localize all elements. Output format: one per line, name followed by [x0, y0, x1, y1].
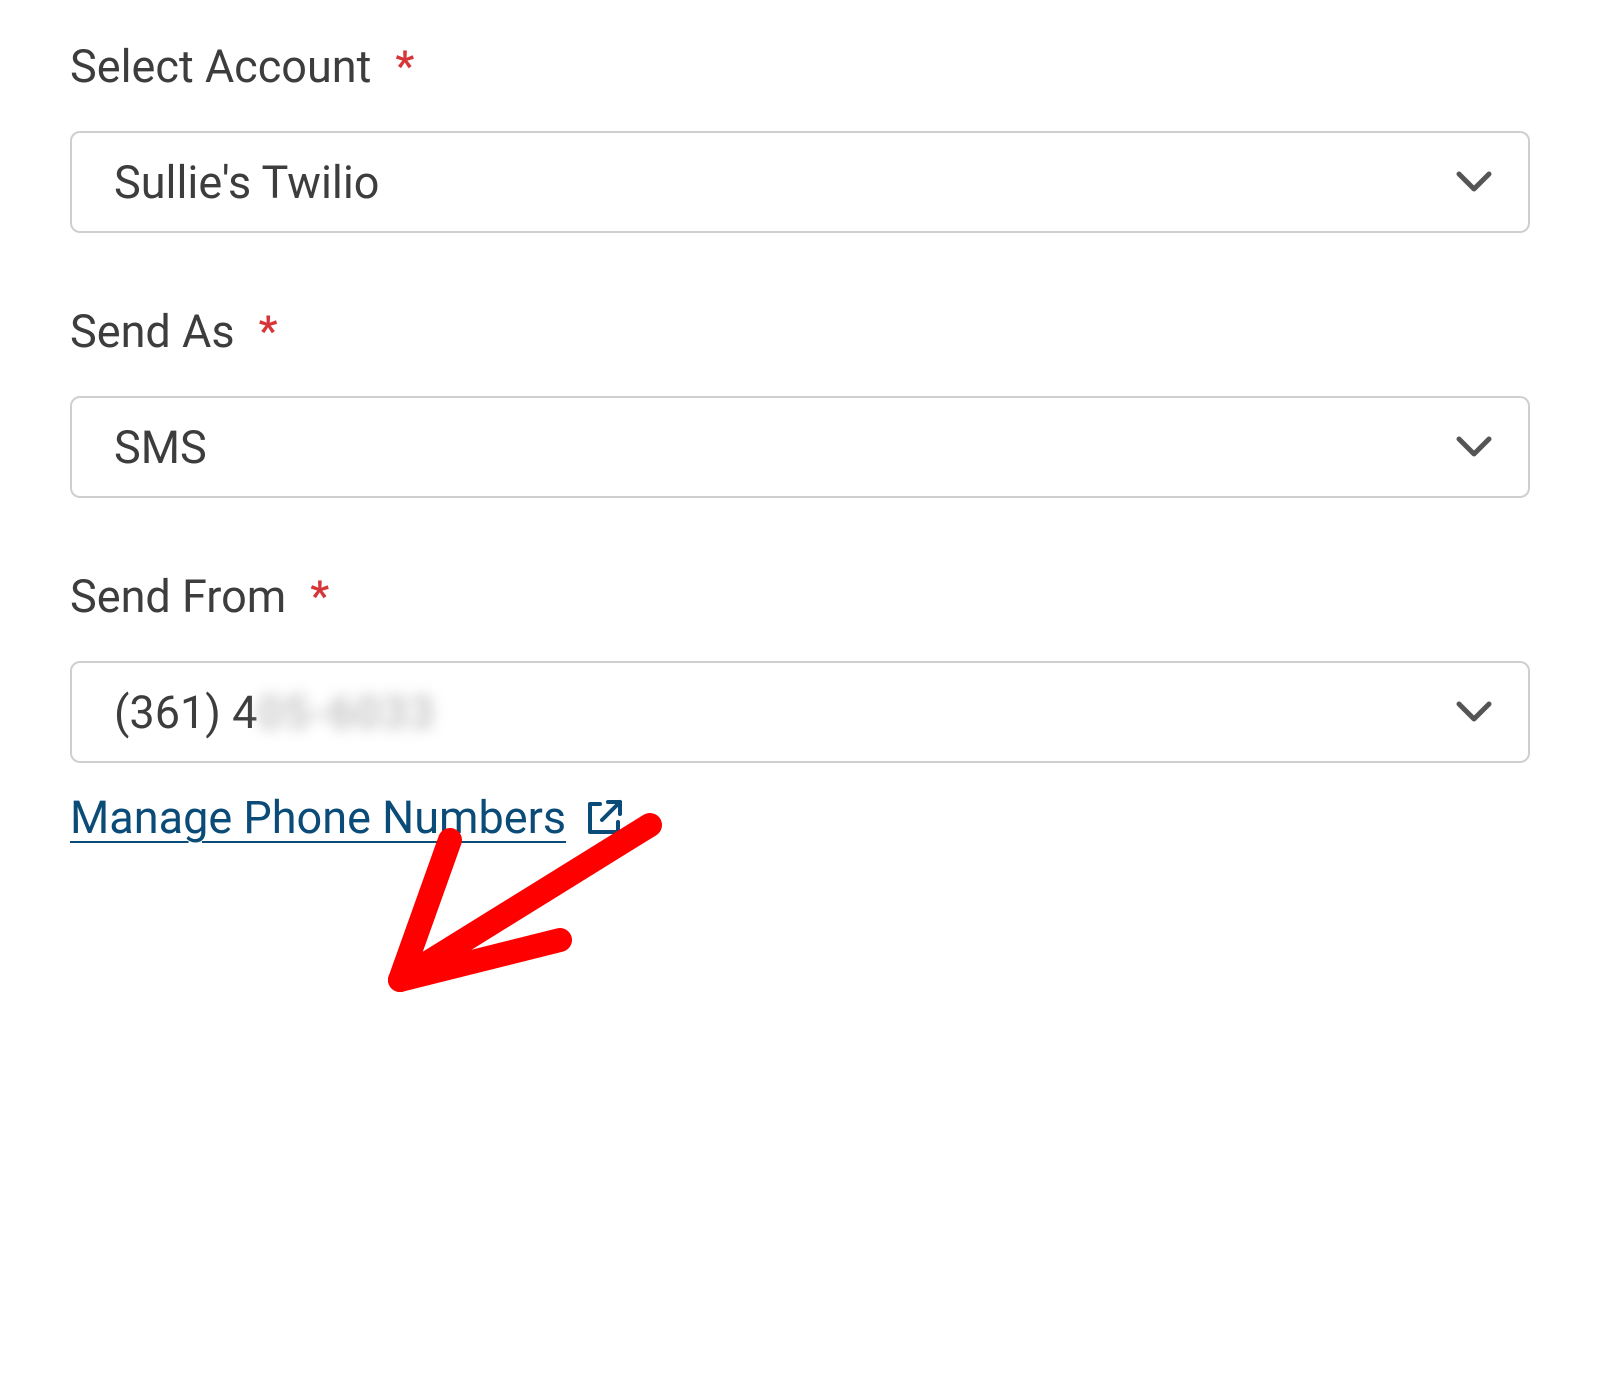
chevron-down-icon [1456, 694, 1492, 730]
send-as-value: SMS [114, 421, 207, 474]
send-from-label: Send From * [70, 570, 1530, 623]
field-select-account: Select Account * Sullie's Twilio [70, 40, 1530, 233]
send-as-dropdown[interactable]: SMS [70, 396, 1530, 498]
send-from-value-visible: (361) 4 [114, 686, 257, 739]
send-as-label-text: Send As [70, 305, 235, 358]
send-from-dropdown[interactable]: (361) 405-6033 [70, 661, 1530, 763]
chevron-down-icon [1456, 429, 1492, 465]
select-account-dropdown[interactable]: Sullie's Twilio [70, 131, 1530, 233]
required-asterisk: * [259, 307, 278, 356]
select-account-label-text: Select Account [70, 40, 371, 93]
field-send-as: Send As * SMS [70, 305, 1530, 498]
send-from-value: (361) 405-6033 [114, 686, 435, 739]
required-asterisk: * [310, 572, 329, 621]
external-link-icon [584, 798, 624, 838]
required-asterisk: * [395, 42, 414, 91]
send-from-label-text: Send From [70, 570, 286, 623]
send-as-label: Send As * [70, 305, 1530, 358]
select-account-label: Select Account * [70, 40, 1530, 93]
manage-phone-numbers-link[interactable]: Manage Phone Numbers [70, 791, 566, 844]
select-account-value: Sullie's Twilio [114, 156, 379, 209]
field-send-from: Send From * (361) 405-6033 [70, 570, 1530, 763]
chevron-down-icon [1456, 164, 1492, 200]
manage-phone-numbers-row: Manage Phone Numbers [70, 791, 1530, 844]
send-from-value-blurred: 05-6033 [257, 686, 435, 739]
